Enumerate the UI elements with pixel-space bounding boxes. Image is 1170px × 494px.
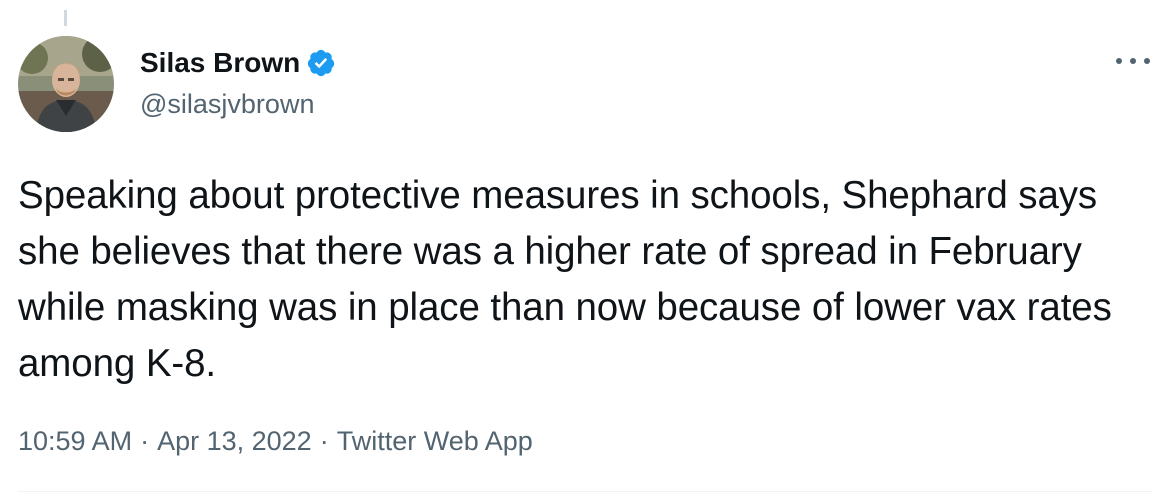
verified-badge-icon — [306, 48, 336, 78]
thread-connector-line — [64, 10, 67, 26]
author-handle[interactable]: @silasjvbrown — [140, 86, 314, 122]
tweet-meta: 10:59 AM · Apr 13, 2022 · Twitter Web Ap… — [18, 422, 533, 460]
tweet-time[interactable]: 10:59 AM — [18, 422, 132, 460]
tweet-source[interactable]: Twitter Web App — [337, 422, 533, 460]
author-display-name[interactable]: Silas Brown — [140, 44, 300, 82]
avatar[interactable] — [18, 36, 114, 132]
meta-separator: · — [319, 426, 329, 456]
divider — [18, 491, 1152, 492]
more-dot — [1130, 58, 1136, 64]
tweet-date[interactable]: Apr 13, 2022 — [157, 422, 312, 460]
author-name-row: Silas Brown — [140, 44, 336, 82]
more-dot — [1144, 58, 1150, 64]
meta-separator: · — [140, 426, 150, 456]
more-dot — [1116, 58, 1122, 64]
more-horizontal-icon[interactable] — [1116, 46, 1150, 76]
tweet-text: Speaking about protective measures in sc… — [18, 174, 1112, 385]
avatar-image — [18, 36, 114, 132]
